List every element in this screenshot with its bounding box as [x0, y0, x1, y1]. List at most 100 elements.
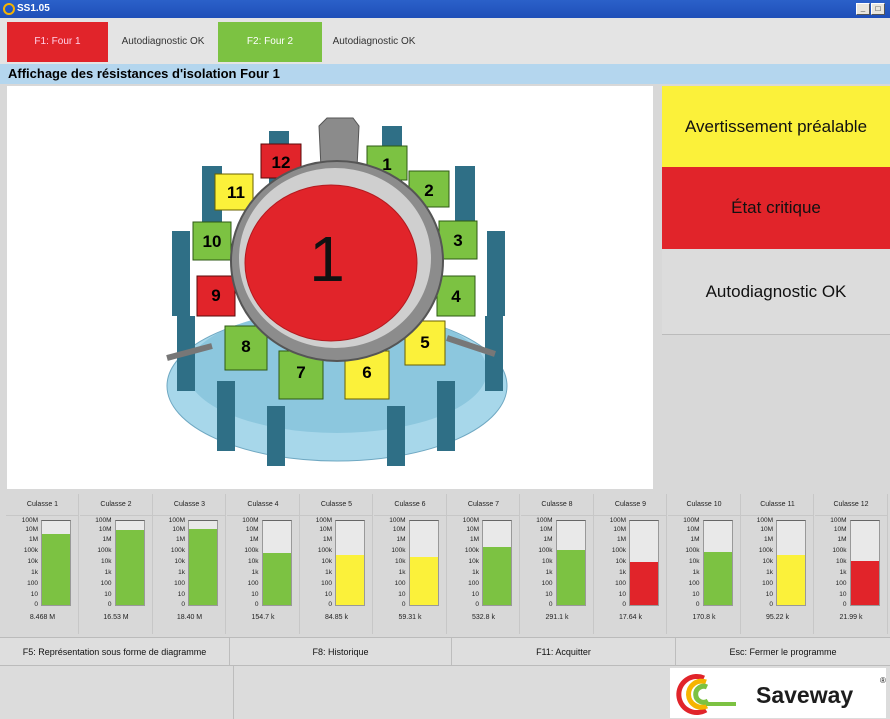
svg-text:10: 10	[203, 232, 222, 251]
gauge-culasse-7: Culasse 7 100M 10M 1M 100k 10k 1k 100 10 0 532.8 k	[447, 494, 520, 634]
scale-label: 10k	[542, 558, 553, 565]
status-ok: Autodiagnostic OK	[662, 249, 890, 335]
gauge-track	[261, 520, 292, 606]
scale-label: 1k	[398, 569, 406, 576]
scale-label: 1k	[766, 569, 773, 576]
scale-label: 100k	[685, 547, 700, 554]
segment-9: 9	[196, 275, 236, 317]
gauge-scale: 100M 10M 1M 100k 10k 1k 100 10 0	[376, 517, 406, 609]
gauge-scale: 100M 10M 1M 100k 10k 1k 100 10 0	[817, 517, 847, 609]
scale-label: 0	[769, 601, 773, 608]
scale-label: 10M	[539, 526, 553, 533]
gauge-value: 154.7 k	[251, 614, 275, 621]
scale-label: 1M	[322, 536, 332, 543]
saveway-logo-text: Saveway	[756, 682, 854, 708]
gauge-track	[555, 520, 586, 606]
f11-acknowledge-button[interactable]: F11: Acquitter	[452, 638, 676, 666]
gauge-fill	[189, 529, 217, 605]
esc-close-button[interactable]: Esc: Fermer le programme	[676, 638, 890, 666]
f8-history-button[interactable]: F8: Historique	[230, 638, 452, 666]
gauge-culasse-1: Culasse 1 100M 10M 1M 100k 10k 1k 100 10 0 8.468 M	[6, 494, 79, 634]
scale-label: 0	[401, 601, 406, 608]
section-title: Affichage des résistances d'isolation Fo…	[0, 64, 890, 84]
segment-8: 8	[224, 325, 268, 371]
scale-label: 1k	[692, 569, 700, 576]
gauge-fill	[703, 552, 732, 605]
scale-label: 1M	[28, 536, 38, 543]
gauge-track	[629, 520, 659, 606]
scale-label: 100M	[21, 517, 38, 524]
gauge-culasse-3: Culasse 3 100M 10M 1M 100k 10k 1k 100 10 0 18.40 M	[153, 494, 226, 634]
svg-text:6: 6	[362, 363, 371, 382]
scale-label: 10	[251, 591, 259, 598]
scale-label: 100	[541, 580, 553, 587]
gauge-track	[776, 520, 806, 606]
segment-10: 10	[192, 221, 232, 261]
svg-text:2: 2	[424, 181, 433, 200]
scale-label: 100M	[462, 517, 479, 524]
gauge-name: Culasse 3	[153, 494, 226, 516]
scale-label: 100k	[244, 547, 259, 554]
svg-text:11: 11	[227, 183, 245, 202]
scale-label: 10	[398, 591, 406, 598]
scale-label: 10M	[613, 526, 626, 533]
svg-text:4: 4	[451, 287, 461, 306]
svg-text:12: 12	[272, 153, 291, 172]
svg-text:7: 7	[296, 363, 305, 382]
scale-label: 0	[622, 601, 626, 608]
scale-label: 100	[394, 580, 406, 587]
f5-diagram-button[interactable]: F5: Représentation sous forme de diagram…	[0, 638, 230, 666]
scale-label: 1M	[763, 536, 773, 543]
scale-label: 0	[328, 601, 332, 608]
scale-label: 0	[181, 601, 185, 608]
scale-label: 100k	[758, 547, 773, 554]
gauge-fill	[42, 534, 70, 605]
saveway-logo: Saveway ®	[670, 668, 886, 718]
scale-label: 10	[545, 591, 553, 598]
segment-11: 11	[214, 173, 254, 211]
scale-label: 100k	[23, 547, 38, 554]
gauge-scale: 100M 10M 1M 100k 10k 1k 100 10 0	[449, 517, 479, 609]
gauge-scale: 100M 10M 1M 100k 10k 1k 100 10 0	[670, 517, 700, 609]
segment-3: 3	[438, 220, 478, 260]
scale-label: 100	[835, 580, 847, 587]
scale-label: 10	[177, 591, 185, 598]
scale-label: 1k	[251, 569, 259, 576]
gauge-track	[408, 520, 439, 606]
scale-label: 100M	[756, 517, 773, 524]
scale-label: 10M	[319, 526, 332, 533]
gauge-scale: 100M 10M 1M 100k 10k 1k 100 10 0	[743, 517, 773, 609]
maximize-button[interactable]: □	[871, 3, 885, 15]
tab-bar: F1: Four 1 Autodiagnostic OK F2: Four 2 …	[0, 18, 890, 64]
scale-label: 10M	[392, 526, 406, 533]
minimize-button[interactable]: _	[856, 3, 870, 15]
registered-mark: ®	[880, 676, 886, 685]
gauge-track	[114, 520, 145, 606]
scale-label: 100M	[536, 517, 553, 524]
tab-four-1-status[interactable]: Autodiagnostic OK	[108, 22, 218, 62]
tab-four-1[interactable]: F1: Four 1	[7, 22, 108, 62]
app-icon	[3, 3, 15, 15]
status-critical: État critique	[662, 167, 890, 249]
gauge-value: 16.53 M	[103, 614, 129, 621]
tab-four-2-status[interactable]: Autodiagnostic OK	[322, 22, 426, 62]
gauge-name: Culasse 1	[6, 494, 79, 516]
scale-label: 0	[695, 601, 700, 608]
saveway-logo-mark	[676, 674, 736, 715]
gauge-value: 95.22 k	[766, 614, 789, 621]
function-key-bar: F5: Représentation sous forme de diagram…	[0, 637, 890, 666]
scale-label: 100	[762, 580, 773, 587]
scale-label: 0	[107, 601, 112, 608]
gauge-culasse-10: Culasse 10 100M 10M 1M 100k 10k 1k 100 10 0 170.8 …	[667, 494, 741, 634]
scale-label: 100M	[242, 517, 259, 524]
gauge-value: 21.99 k	[839, 614, 863, 621]
scale-label: 10M	[833, 526, 847, 533]
scale-label: 100	[27, 580, 38, 587]
gauge-track	[849, 520, 880, 606]
tab-four-2[interactable]: F2: Four 2	[218, 22, 322, 62]
svg-text:8: 8	[241, 337, 250, 356]
gauge-name: Culasse 12	[814, 494, 888, 516]
scale-label: 10k	[762, 558, 773, 565]
scale-label: 10	[618, 591, 626, 598]
gauge-scale: 100M 10M 1M 100k 10k 1k 100 10 0	[229, 517, 259, 609]
